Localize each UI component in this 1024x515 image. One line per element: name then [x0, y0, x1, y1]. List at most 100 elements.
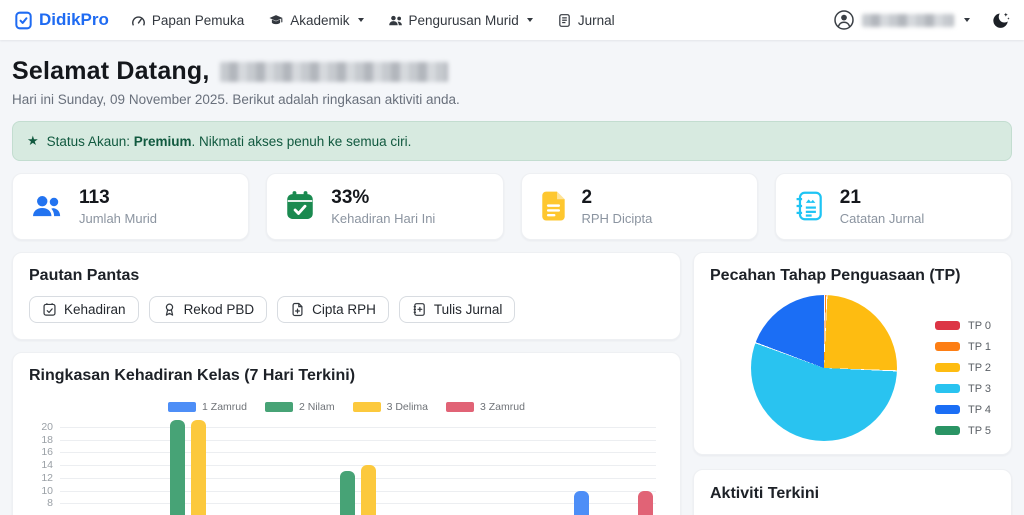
recent-activity-card: Aktiviti Terkini	[693, 469, 1012, 515]
stat-label: Jumlah Murid	[79, 211, 157, 226]
legend-label: TP 3	[968, 383, 991, 395]
recent-activity-title: Aktiviti Terkini	[710, 485, 995, 503]
date-summary: Hari ini Sunday, 09 November 2025. Berik…	[12, 92, 1012, 107]
stat-card-rph: 2 RPH Dicipta	[521, 173, 758, 240]
tulis-jurnal-button[interactable]: Tulis Jurnal	[399, 296, 516, 323]
y-axis-tick: 10	[33, 485, 53, 497]
bar-3-delima	[361, 465, 376, 515]
gridline	[60, 478, 656, 479]
nav-label: Papan Pemuka	[152, 13, 244, 28]
award-icon	[162, 302, 177, 317]
stat-card-kehadiran: 33% Kehadiran Hari Ini	[266, 173, 503, 240]
button-label: Rekod PBD	[184, 302, 255, 317]
navbar: DidikPro Papan Pemuka Akademik Pengurusa…	[0, 0, 1024, 40]
cipta-rph-button[interactable]: Cipta RPH	[277, 296, 389, 323]
bar-2-nilam	[340, 471, 355, 515]
file-text-icon	[538, 189, 568, 223]
nav-item-akademik[interactable]: Akademik	[268, 13, 363, 28]
y-axis-tick: 12	[33, 472, 53, 484]
legend-label: TP 1	[968, 341, 991, 353]
journal-plus-icon	[412, 302, 427, 317]
stat-label: RPH Dicipta	[582, 211, 653, 226]
navbar-right	[834, 10, 1010, 30]
banner-text: Status Akaun: Premium. Nikmati akses pen…	[47, 134, 412, 149]
tp-chart-title: Pecahan Tahap Penguasaan (TP)	[710, 267, 995, 285]
main-content: Selamat Datang, Hari ini Sunday, 09 Nove…	[0, 57, 1024, 515]
calendar-check-icon	[283, 189, 317, 223]
welcome-name-redacted	[220, 62, 448, 82]
y-axis-tick: 8	[33, 497, 53, 509]
bar-3-zamrud	[638, 491, 653, 515]
stat-value: 21	[840, 187, 925, 209]
y-axis-tick: 16	[33, 446, 53, 458]
user-menu[interactable]	[834, 10, 970, 30]
journal-icon	[557, 13, 572, 28]
journal-check-icon	[14, 11, 33, 30]
legend-swatch	[935, 321, 960, 330]
tp-pie-chart	[751, 295, 897, 441]
nav-item-papan-pemuka[interactable]: Papan Pemuka	[131, 13, 244, 28]
pie-row: TP 0 TP 1 TP 2 TP 3 TP 4 TP 5	[710, 295, 995, 441]
stat-label: Kehadiran Hari Ini	[331, 211, 435, 226]
legend-item[interactable]: 3 Delima	[353, 401, 428, 413]
legend-label: 3 Zamrud	[480, 401, 525, 413]
legend-swatch	[935, 363, 960, 372]
gridline	[60, 440, 656, 441]
journal-richtext-icon	[792, 189, 826, 223]
page-title: Selamat Datang,	[12, 57, 1012, 86]
right-column: Pecahan Tahap Penguasaan (TP) TP 0TP 1TP…	[693, 252, 1012, 515]
legend-item[interactable]: 3 Zamrud	[446, 401, 525, 413]
legend-swatch	[935, 342, 960, 351]
stats-row: 113 Jumlah Murid 33% Kehadiran Hari Ini …	[12, 173, 1012, 240]
legend-label: 2 Nilam	[299, 401, 335, 413]
legend-item[interactable]: TP 1	[935, 341, 991, 353]
legend-item[interactable]: 1 Zamrud	[168, 401, 247, 413]
legend-item[interactable]: TP 0	[935, 320, 991, 332]
y-axis-tick: 20	[33, 421, 53, 433]
nav-label: Jurnal	[578, 13, 615, 28]
dark-mode-toggle[interactable]	[992, 11, 1010, 29]
stat-text: 2 RPH Dicipta	[582, 187, 653, 226]
mortarboard-icon	[268, 13, 284, 28]
legend-swatch	[265, 402, 293, 412]
user-name-redacted	[862, 14, 954, 27]
nav-label: Akademik	[290, 13, 349, 28]
chevron-down-icon	[964, 18, 970, 22]
stat-label: Catatan Jurnal	[840, 211, 925, 226]
legend-swatch	[935, 384, 960, 393]
legend-item[interactable]: 2 Nilam	[265, 401, 335, 413]
nav-item-pengurusan-murid[interactable]: Pengurusan Murid	[388, 13, 533, 28]
legend-swatch	[168, 402, 196, 412]
legend-swatch	[935, 426, 960, 435]
legend-label: TP 5	[968, 425, 991, 437]
legend-label: 3 Delima	[387, 401, 428, 413]
legend-item[interactable]: TP 3	[935, 383, 991, 395]
stat-value: 113	[79, 187, 157, 209]
greeting-text: Selamat Datang,	[12, 57, 210, 86]
stat-card-jurnal: 21 Catatan Jurnal	[775, 173, 1012, 240]
quick-links-card: Pautan Pantas Kehadiran Rekod PBD	[12, 252, 681, 340]
bar-1-zamrud	[574, 491, 589, 515]
legend-item[interactable]: TP 2	[935, 362, 991, 374]
rekod-pbd-button[interactable]: Rekod PBD	[149, 296, 268, 323]
kehadiran-button[interactable]: Kehadiran	[29, 296, 139, 323]
quick-links-row: Kehadiran Rekod PBD Cipta RPH	[29, 296, 664, 323]
brand-label: DidikPro	[39, 10, 109, 30]
legend-item[interactable]: TP 5	[935, 425, 991, 437]
tp-chart-card: Pecahan Tahap Penguasaan (TP) TP 0TP 1TP…	[693, 252, 1012, 455]
account-status-banner: ★ Status Akaun: Premium. Nikmati akses p…	[12, 121, 1012, 161]
speedometer-icon	[131, 13, 146, 28]
stat-value: 33%	[331, 187, 435, 209]
nav-item-jurnal[interactable]: Jurnal	[557, 13, 615, 28]
legend-swatch	[446, 402, 474, 412]
nav-links: Papan Pemuka Akademik Pengurusan Murid J…	[131, 13, 615, 28]
stat-value: 2	[582, 187, 653, 209]
button-label: Cipta RPH	[312, 302, 376, 317]
legend-item[interactable]: TP 4	[935, 404, 991, 416]
stat-text: 21 Catatan Jurnal	[840, 187, 925, 226]
gridline	[60, 427, 656, 428]
brand[interactable]: DidikPro	[14, 10, 109, 30]
legend-label: TP 0	[968, 320, 991, 332]
legend-swatch	[353, 402, 381, 412]
premium-badge-text: Premium	[134, 134, 192, 149]
